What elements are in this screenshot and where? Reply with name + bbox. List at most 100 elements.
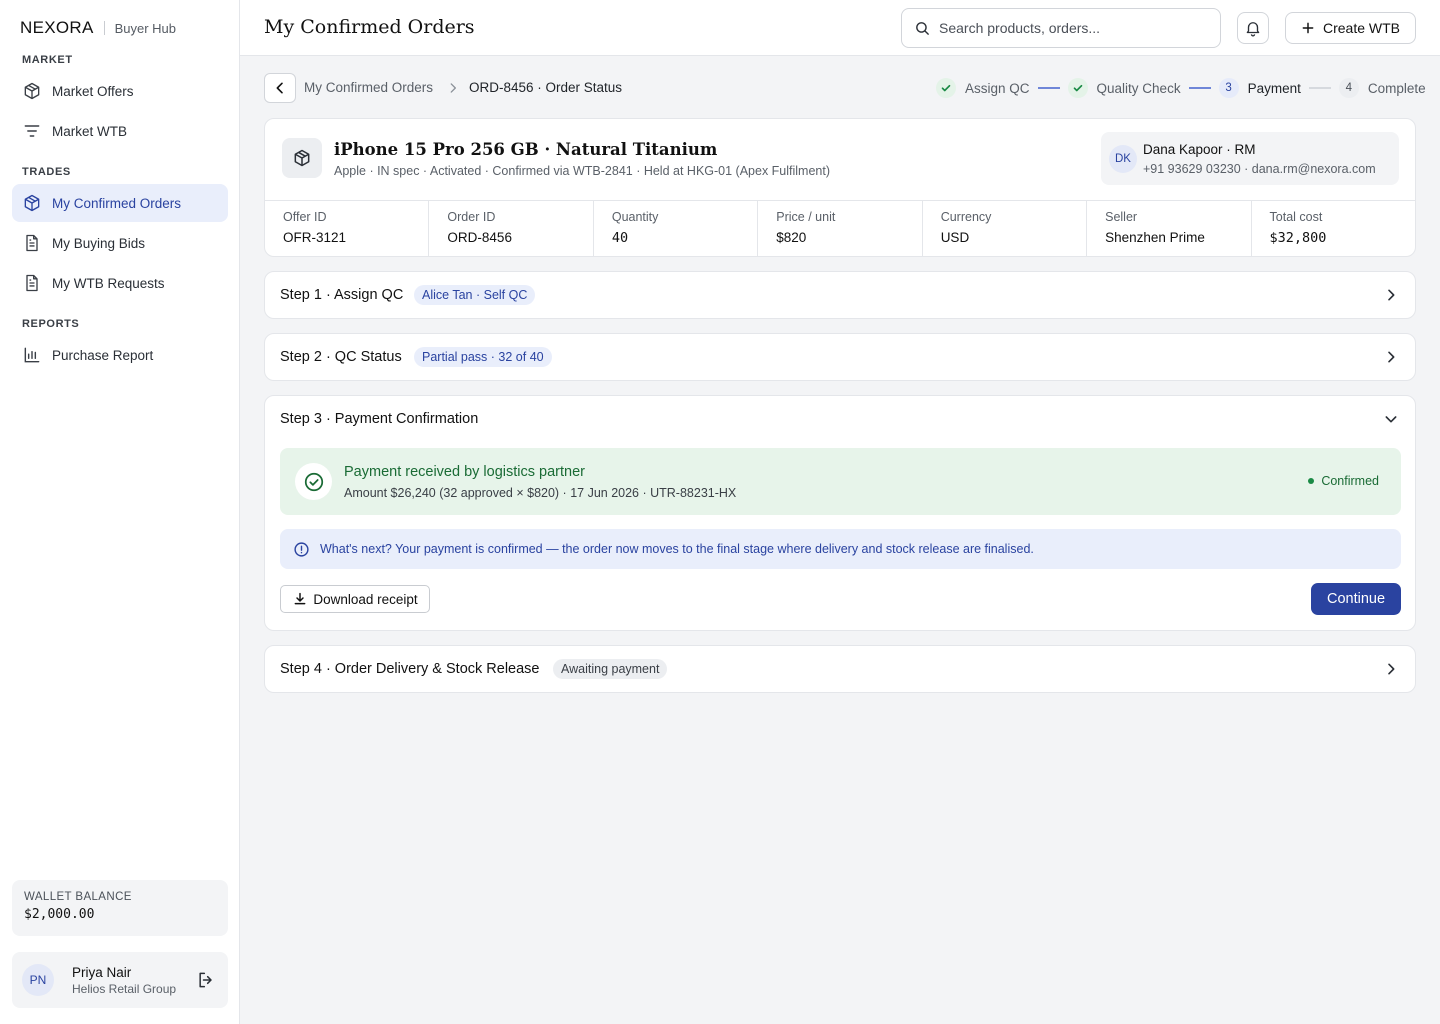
stepper-label-complete: Complete <box>1367 80 1426 96</box>
field-value: $820 <box>776 230 807 245</box>
sidebar-item-market-offers[interactable]: Market Offers <box>12 72 228 110</box>
stepper-number-complete: 4 <box>1338 78 1359 98</box>
stepper-label-assign-qc: Assign QC <box>965 80 1030 96</box>
step-3-title[interactable]: Step 3 · Payment Confirmation <box>280 411 478 427</box>
filter-icon <box>24 125 40 137</box>
chevron-down-icon[interactable] <box>1383 411 1399 427</box>
status-badge: Awaiting payment <box>553 659 668 679</box>
payment-title: Payment received by logistics partner <box>344 464 585 480</box>
stepper-connector <box>1308 87 1331 89</box>
field-label: Seller <box>1105 210 1138 224</box>
field-value: USD <box>940 230 970 245</box>
bar-chart-icon <box>24 347 40 363</box>
step-3-accordion: Step 3 · Payment Confirmation Payment re… <box>264 395 1416 631</box>
field-label: Quantity <box>611 210 659 224</box>
sidebar-item-my-buying-bids[interactable]: My Buying Bids <box>12 224 228 262</box>
field-value: 40 <box>611 230 629 246</box>
continue-button[interactable]: Continue <box>1311 583 1401 615</box>
check-circle-icon <box>295 463 332 500</box>
order-fields: Offer ID OFR-3121 Order ID ORD-8456 Quan… <box>265 200 1415 257</box>
avatar: PN <box>22 964 54 996</box>
field-value: $32,800 <box>1269 230 1327 246</box>
brand[interactable]: NEXORA Buyer Hub <box>20 18 176 38</box>
status-dot <box>1308 478 1315 484</box>
create-wtb-button[interactable]: Create WTB <box>1285 12 1416 44</box>
sidebar-item-my-confirmed-orders[interactable]: My Confirmed Orders <box>12 184 228 222</box>
stepper-connector <box>1037 87 1060 89</box>
order-summary-card: iPhone 15 Pro 256 GB · Natural Titanium … <box>264 118 1416 257</box>
field-value: OFR-3121 <box>283 230 347 245</box>
sidebar-item-my-wtb-requests[interactable]: My WTB Requests <box>12 264 228 302</box>
avatar: DK <box>1109 145 1137 173</box>
status-badge: Partial pass · 32 of 40 <box>414 347 552 367</box>
stepper-label-quality-check: Quality Check <box>1096 80 1181 96</box>
field-label: Price / unit <box>776 210 836 224</box>
order-stepper: Assign QC Quality Check 3 Payment 4 Comp… <box>936 78 1426 98</box>
field-price-per-unit: Price / unit $820 <box>758 201 923 257</box>
step-2-title: Step 2 · QC Status <box>280 349 402 365</box>
step-4-accordion[interactable]: Step 4 · Order Delivery & Stock Release … <box>264 645 1416 693</box>
brand-name: NEXORA <box>20 18 94 37</box>
payment-status-label: Confirmed <box>1321 474 1379 488</box>
field-label: Total cost <box>1269 210 1323 224</box>
field-value: ORD-8456 <box>447 230 512 245</box>
notifications-button[interactable] <box>1237 12 1269 44</box>
sidebar-item-label: My Confirmed Orders <box>52 195 182 211</box>
rm-contact: +91 93629 03230 · dana.rm@nexora.com <box>1143 162 1376 176</box>
sidebar-item-label: My WTB Requests <box>52 275 165 291</box>
info-icon <box>294 541 309 557</box>
sidebar-item-label: My Buying Bids <box>52 235 146 251</box>
stepper-connector <box>1188 87 1211 89</box>
product-meta: Apple · IN spec · Activated · Confirmed … <box>334 164 831 178</box>
status-badge: Alice Tan · Self QC <box>414 285 536 305</box>
nav-section-trades: TRADES <box>22 166 71 178</box>
logout-icon[interactable] <box>196 970 216 990</box>
breadcrumb-parent[interactable]: My Confirmed Orders <box>304 80 433 95</box>
download-receipt-label: Download receipt <box>313 591 418 607</box>
chevron-right-icon <box>1388 663 1395 675</box>
back-button[interactable] <box>264 73 296 103</box>
field-offer-id: Offer ID OFR-3121 <box>265 201 430 257</box>
bell-icon <box>1246 22 1260 37</box>
field-quantity: Quantity 40 <box>594 201 759 257</box>
chevron-right-icon <box>1388 289 1395 301</box>
relationship-manager: DK Dana Kapoor · RM +91 93629 03230 · da… <box>1101 132 1399 185</box>
check-icon <box>1067 78 1088 98</box>
chevron-right-icon <box>1388 351 1395 363</box>
payment-detail: Amount $26,240 (32 approved × $820) · 17… <box>344 486 737 500</box>
nav-section-market: MARKET <box>22 54 73 66</box>
field-seller: Seller Shenzhen Prime <box>1087 201 1252 257</box>
top-header: My Confirmed Orders Create WTB <box>240 0 1440 56</box>
sidebar-item-market-wtb[interactable]: Market WTB <box>12 112 228 150</box>
wallet-value: $2,000.00 <box>24 907 95 922</box>
sidebar-item-label: Purchase Report <box>52 347 154 363</box>
product-title: iPhone 15 Pro 256 GB · Natural Titanium <box>334 140 718 159</box>
field-label: Order ID <box>447 210 496 224</box>
user-org: Helios Retail Group <box>72 981 177 996</box>
sidebar-item-label: Market WTB <box>52 123 128 139</box>
step-2-accordion[interactable]: Step 2 · QC Status Partial pass · 32 of … <box>264 333 1416 381</box>
payment-confirmation-banner: Payment received by logistics partner Am… <box>280 448 1401 515</box>
download-receipt-button[interactable]: Download receipt <box>280 585 430 613</box>
field-order-id: Order ID ORD-8456 <box>429 201 594 257</box>
product-box-icon <box>282 138 322 178</box>
sidebar-item-label: Market Offers <box>52 83 134 99</box>
rm-name: Dana Kapoor · RM <box>1143 142 1256 157</box>
plus-icon <box>1302 22 1314 34</box>
whats-next-info: What's next? Your payment is confirmed —… <box>280 529 1401 569</box>
sidebar: NEXORA Buyer Hub MARKET Market Offers Ma… <box>0 0 240 1024</box>
sidebar-item-purchase-report[interactable]: Purchase Report <box>12 336 228 374</box>
search-input[interactable] <box>939 20 1199 36</box>
create-wtb-label: Create WTB <box>1322 20 1400 36</box>
download-icon <box>294 592 306 605</box>
step-4-title: Step 4 · Order Delivery & Stock Release <box>280 661 540 677</box>
page-title: My Confirmed Orders <box>264 16 475 38</box>
check-icon <box>936 78 956 98</box>
user-card: PN Priya Nair Helios Retail Group <box>12 952 228 1008</box>
stepper-label-payment: Payment <box>1247 80 1301 96</box>
step-1-title: Step 1 · Assign QC <box>280 287 404 303</box>
search-box[interactable] <box>901 8 1221 48</box>
chevron-right-icon <box>450 83 456 93</box>
chevron-left-icon <box>276 82 283 94</box>
step-1-accordion[interactable]: Step 1 · Assign QC Alice Tan · Self QC <box>264 271 1416 319</box>
